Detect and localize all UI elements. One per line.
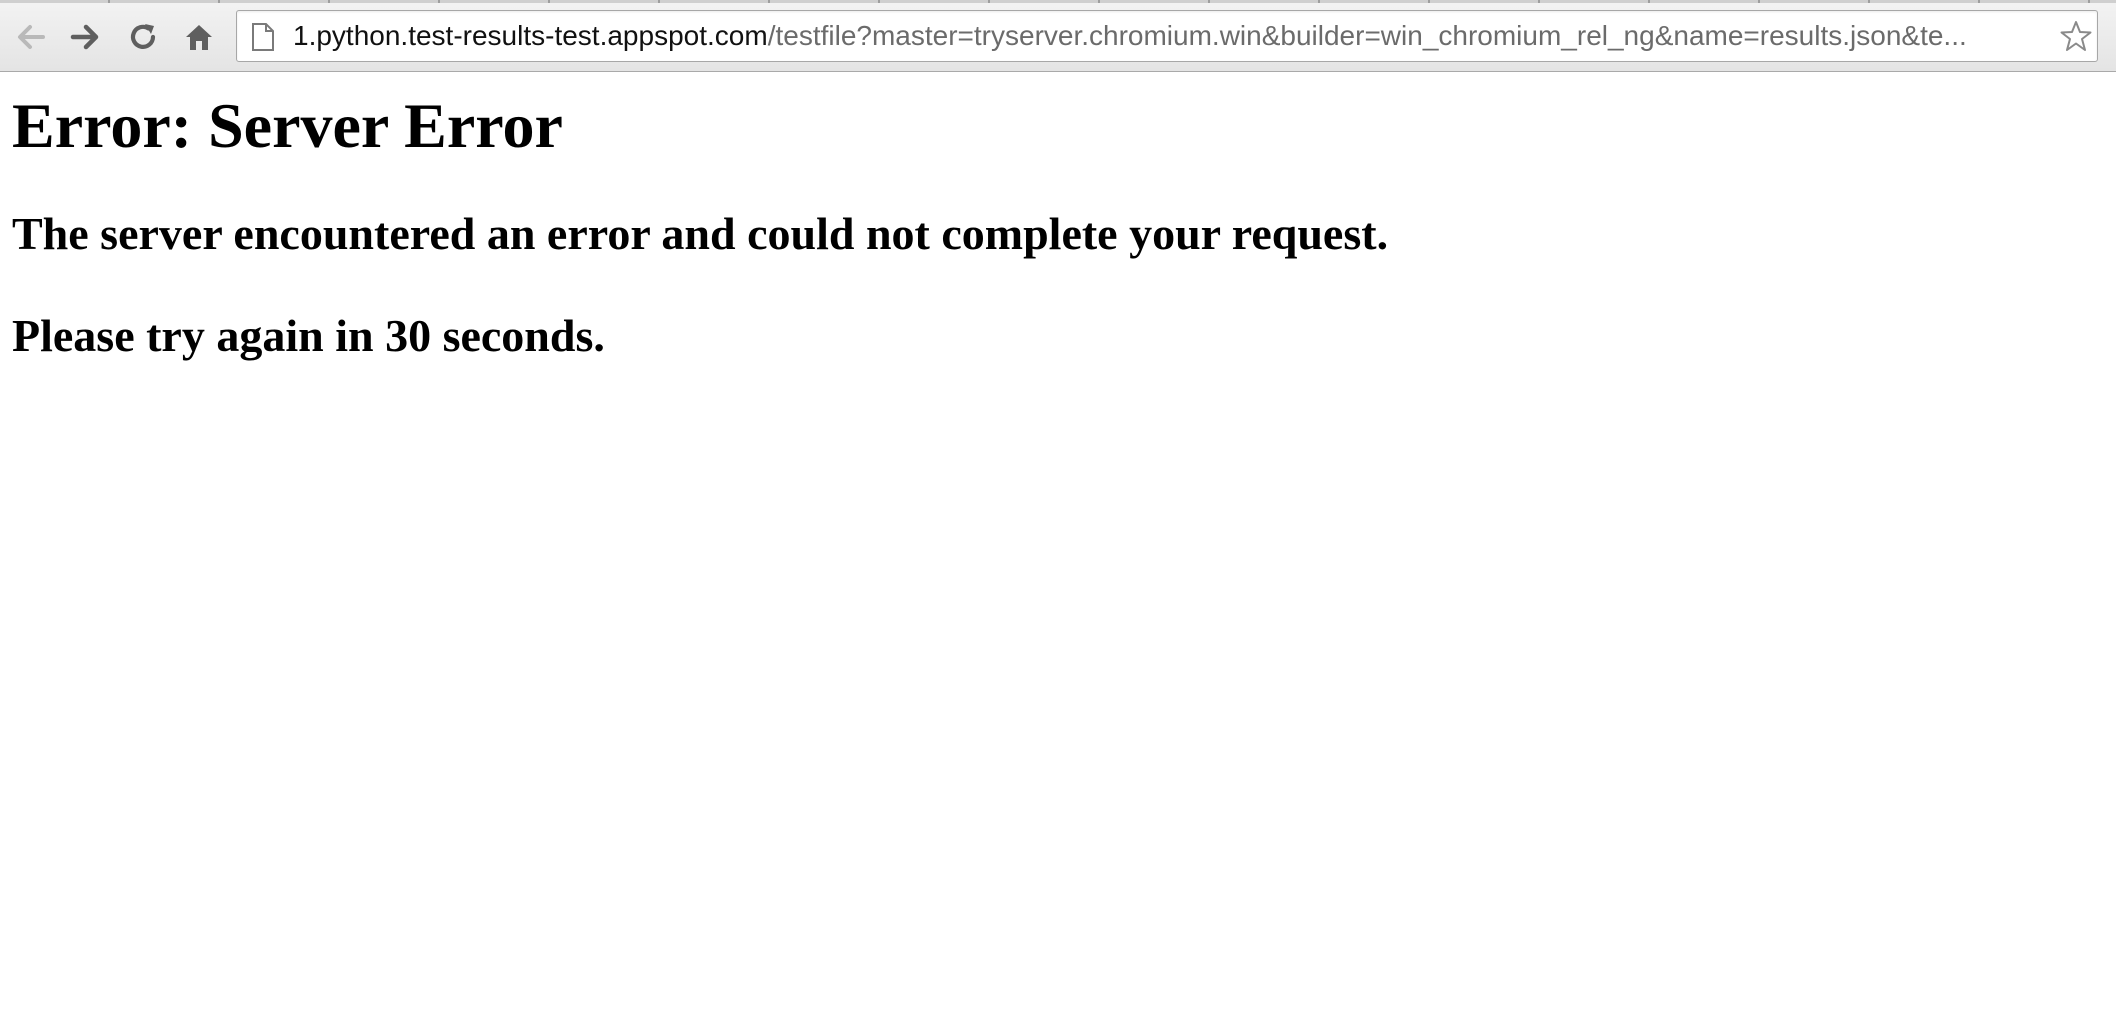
retry-message: Please try again in 30 seconds. bbox=[12, 310, 605, 361]
error-title: Error: Server Error bbox=[12, 90, 563, 161]
page-icon bbox=[252, 23, 274, 51]
forward-arrow-icon bbox=[70, 24, 99, 50]
url-text: 1.python.test-results-test.appspot.com/t… bbox=[293, 11, 2043, 61]
url-host: 1.python.test-results-test.appspot.com bbox=[293, 20, 768, 51]
address-bar[interactable]: 1.python.test-results-test.appspot.com/t… bbox=[236, 10, 2098, 62]
home-button[interactable] bbox=[178, 16, 220, 58]
bookmark-star-icon[interactable] bbox=[2059, 19, 2093, 53]
browser-toolbar: 1.python.test-results-test.appspot.com/t… bbox=[0, 0, 2116, 72]
page-content: Error: Server Error The server encounter… bbox=[12, 72, 2102, 364]
back-button[interactable] bbox=[10, 16, 52, 58]
url-path: /testfile?master=tryserver.chromium.win&… bbox=[767, 20, 1967, 51]
tab-strip-edge bbox=[0, 0, 2116, 3]
back-arrow-icon bbox=[18, 25, 45, 49]
home-icon bbox=[186, 25, 212, 50]
reload-button[interactable] bbox=[122, 16, 164, 58]
forward-button[interactable] bbox=[64, 16, 106, 58]
error-message: The server encountered an error and coul… bbox=[12, 208, 1389, 259]
reload-icon bbox=[130, 24, 156, 49]
